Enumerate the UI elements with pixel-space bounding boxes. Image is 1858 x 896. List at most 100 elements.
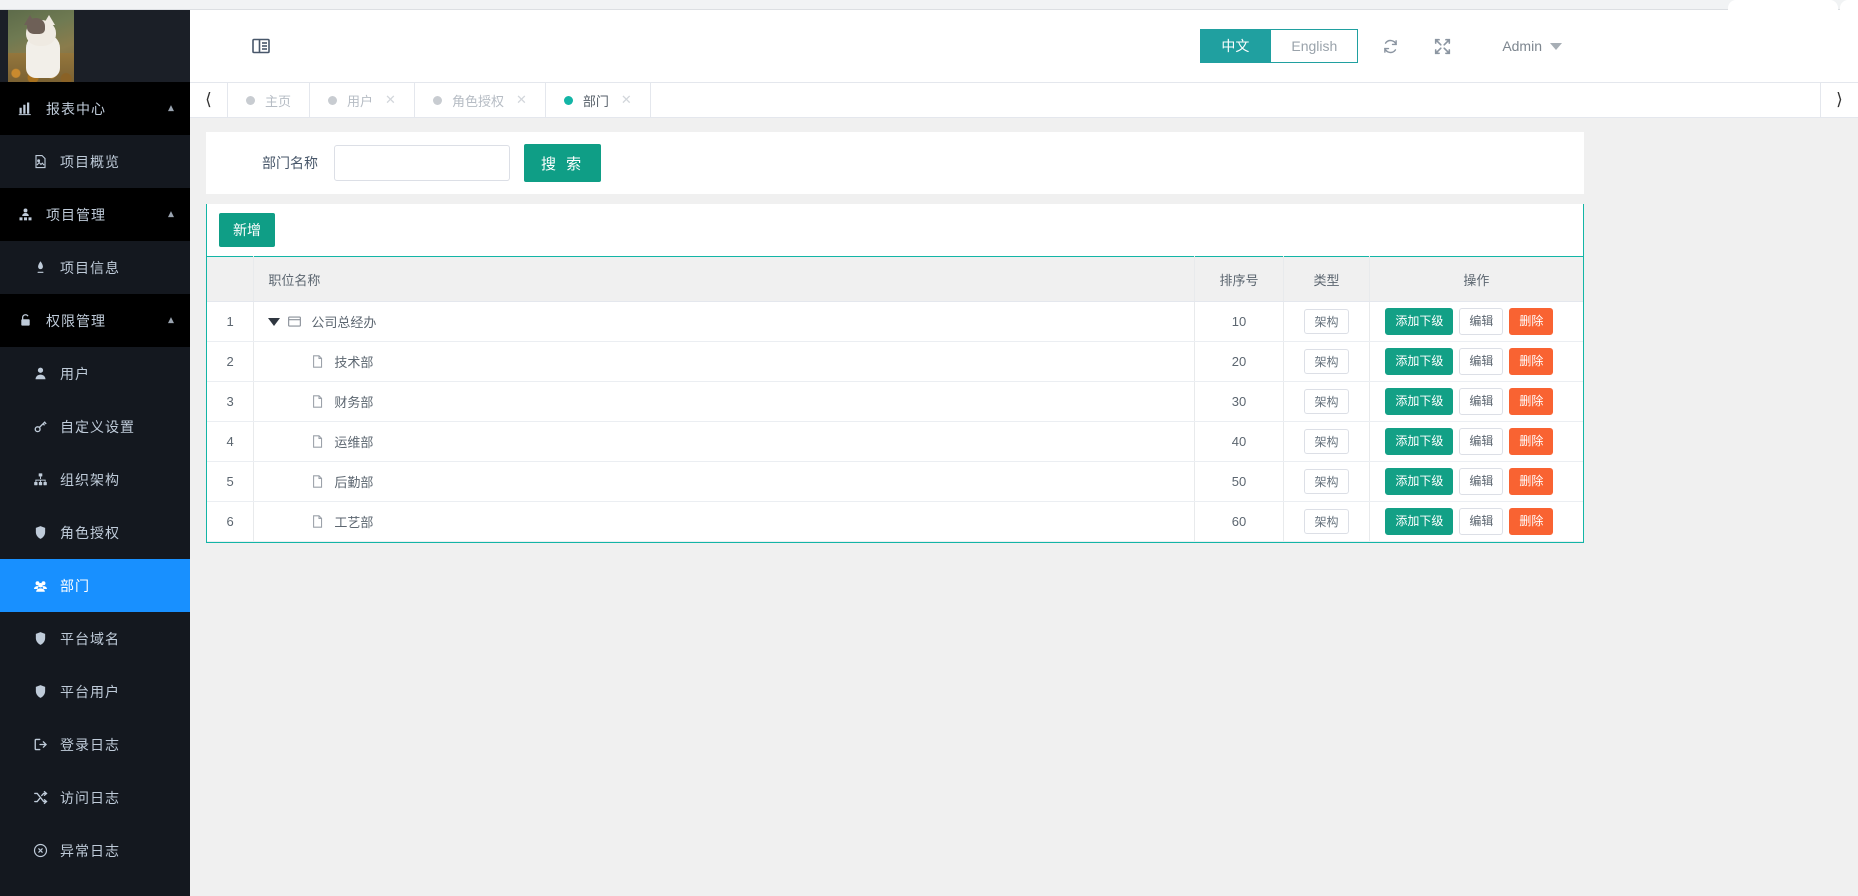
- col-header-sort: 排序号: [1194, 256, 1285, 302]
- refresh-icon[interactable]: [1370, 26, 1410, 66]
- tree-expand-caret-down-icon[interactable]: [268, 317, 281, 326]
- sidebar-item-label: 角色授权: [60, 524, 120, 541]
- app-root: 报表中心 ▾ 项目概览 项目管理 ▾ 项目信息 权限管理 ▾ 用户 自定义设置 组织架构 角色授权 部门…: [0, 0, 1858, 896]
- tab-status-dot-icon: [246, 95, 255, 105]
- row-name-label: 财务部: [334, 395, 374, 410]
- add-child-button[interactable]: 添加下级: [1385, 308, 1454, 335]
- shuffle-icon: [30, 790, 50, 805]
- sign-in-icon: [30, 737, 50, 752]
- lang-button-english[interactable]: English: [1270, 29, 1359, 63]
- chevron-up-icon: ▾: [167, 101, 174, 116]
- add-child-button[interactable]: 添加下级: [1385, 388, 1454, 415]
- tab-角色授权[interactable]: 角色授权 ✕: [414, 83, 546, 117]
- search-input[interactable]: [334, 145, 510, 181]
- row-sort: 10: [1194, 301, 1285, 342]
- sidebar-item-角色授权[interactable]: 角色授权: [0, 506, 190, 559]
- delete-button[interactable]: 删除: [1509, 508, 1554, 535]
- search-button[interactable]: 搜 索: [524, 144, 602, 182]
- search-label: 部门名称: [262, 155, 318, 171]
- row-type-cell: 架构: [1283, 461, 1370, 502]
- row-index: 4: [207, 421, 255, 462]
- tabs-filler: [651, 83, 1820, 117]
- department-table: 职位名称 排序号 类型 操作 1 公司总经办 10 架构 添加下级 编辑 删除 2 技术部 20 架…: [207, 256, 1583, 542]
- edit-button[interactable]: 编辑: [1459, 348, 1504, 375]
- delete-button[interactable]: 删除: [1509, 388, 1554, 415]
- file-icon: [310, 474, 325, 489]
- add-child-button[interactable]: 添加下级: [1385, 508, 1454, 535]
- user-name-label: Admin: [1502, 38, 1542, 54]
- row-name-label: 技术部: [334, 355, 374, 370]
- delete-button[interactable]: 删除: [1509, 468, 1554, 495]
- sidebar-item-异常日志[interactable]: 异常日志: [0, 824, 190, 877]
- row-index: 1: [207, 301, 255, 342]
- edit-button[interactable]: 编辑: [1459, 468, 1504, 495]
- main-content: 部门名称 搜 索 新增 职位名称 排序号 类型 操作 1 公司总经办 10 架构…: [190, 118, 1858, 896]
- sidebar-group-2[interactable]: 权限管理 ▾: [0, 294, 190, 347]
- sidebar-item-自定义设置[interactable]: 自定义设置: [0, 400, 190, 453]
- collapse-menu-icon[interactable]: [250, 35, 272, 57]
- edit-button[interactable]: 编辑: [1459, 388, 1504, 415]
- sidebar-item-部门[interactable]: 部门: [0, 559, 190, 612]
- fullscreen-icon[interactable]: [1422, 26, 1462, 66]
- sidebar-item-平台域名[interactable]: 平台域名: [0, 612, 190, 665]
- sidebar-group-0[interactable]: 报表中心 ▾: [0, 82, 190, 135]
- sidebar-item-项目概览[interactable]: 项目概览: [0, 135, 190, 188]
- sidebar-item-平台用户[interactable]: 平台用户: [0, 665, 190, 718]
- sidebar-group-1[interactable]: 项目管理 ▾: [0, 188, 190, 241]
- tab-部门[interactable]: 部门 ✕: [545, 83, 651, 117]
- sitemap-icon: [30, 472, 50, 487]
- browser-tab-shape: [1728, 0, 1838, 10]
- pen-icon: [30, 260, 50, 275]
- lang-button-chinese[interactable]: 中文: [1200, 29, 1271, 63]
- table-row[interactable]: 4 运维部 40 架构 添加下级 编辑 删除: [207, 421, 1583, 462]
- sidebar-item-访问日志[interactable]: 访问日志: [0, 771, 190, 824]
- table-row[interactable]: 1 公司总经办 10 架构 添加下级 编辑 删除: [207, 301, 1583, 342]
- row-name-cell: 运维部: [253, 421, 1195, 462]
- add-button[interactable]: 新增: [219, 213, 275, 247]
- tabs-scroll-left-chevron-left-icon[interactable]: ⟨: [190, 83, 228, 117]
- tab-label: 角色授权: [451, 93, 504, 109]
- key-icon: [30, 419, 50, 434]
- table-row[interactable]: 6 工艺部 60 架构 添加下级 编辑 删除: [207, 501, 1583, 542]
- avatar: [8, 10, 74, 82]
- close-icon[interactable]: ✕: [621, 92, 632, 108]
- sidebar-item-组织架构[interactable]: 组织架构: [0, 453, 190, 506]
- table-row[interactable]: 3 财务部 30 架构 添加下级 编辑 删除: [207, 381, 1583, 422]
- table-card: 新增 职位名称 排序号 类型 操作 1 公司总经办 10 架构 添加下级 编辑 …: [206, 204, 1584, 543]
- delete-button[interactable]: 删除: [1509, 348, 1554, 375]
- add-child-button[interactable]: 添加下级: [1385, 348, 1454, 375]
- sidebar-item-项目信息[interactable]: 项目信息: [0, 241, 190, 294]
- lock-icon: [18, 313, 38, 328]
- table-row[interactable]: 2 技术部 20 架构 添加下级 编辑 删除: [207, 341, 1583, 382]
- row-name-cell: 技术部: [253, 341, 1195, 382]
- delete-button[interactable]: 删除: [1509, 428, 1554, 455]
- row-operations-cell: 添加下级 编辑 删除: [1369, 381, 1583, 422]
- user-menu[interactable]: Admin: [1502, 38, 1562, 54]
- sidebar-item-用户[interactable]: 用户: [0, 347, 190, 400]
- row-operations-cell: 添加下级 编辑 删除: [1369, 301, 1583, 342]
- chevron-up-icon: ▾: [167, 207, 174, 222]
- tab-status-dot-icon: [432, 95, 442, 105]
- row-sort: 60: [1194, 501, 1285, 542]
- table-row[interactable]: 5 后勤部 50 架构 添加下级 编辑 删除: [207, 461, 1583, 502]
- add-child-button[interactable]: 添加下级: [1385, 468, 1454, 495]
- row-sort: 20: [1194, 341, 1285, 382]
- sidebar-item-登录日志[interactable]: 登录日志: [0, 718, 190, 771]
- edit-button[interactable]: 编辑: [1459, 508, 1504, 535]
- shield-icon: [30, 684, 50, 699]
- tab-主页[interactable]: 主页: [228, 83, 311, 117]
- tab-用户[interactable]: 用户 ✕: [310, 83, 415, 117]
- project-user-icon: [18, 207, 38, 222]
- sidebar-item-label: 项目信息: [60, 259, 120, 276]
- close-icon[interactable]: ✕: [516, 92, 527, 108]
- sidebar-item-label: 异常日志: [60, 842, 120, 859]
- edit-button[interactable]: 编辑: [1459, 308, 1504, 335]
- row-sort: 50: [1194, 461, 1285, 502]
- tab-label: 部门: [582, 93, 609, 109]
- edit-button[interactable]: 编辑: [1459, 428, 1504, 455]
- delete-button[interactable]: 删除: [1509, 308, 1554, 335]
- close-icon[interactable]: ✕: [385, 92, 396, 108]
- add-child-button[interactable]: 添加下级: [1385, 428, 1454, 455]
- tabs-scroll-right-chevron-right-icon[interactable]: ⟩: [1820, 83, 1858, 117]
- tabs-bar: ⟨ 主页 用户 ✕ 角色授权 ✕ 部门 ✕ ⟩: [190, 82, 1858, 118]
